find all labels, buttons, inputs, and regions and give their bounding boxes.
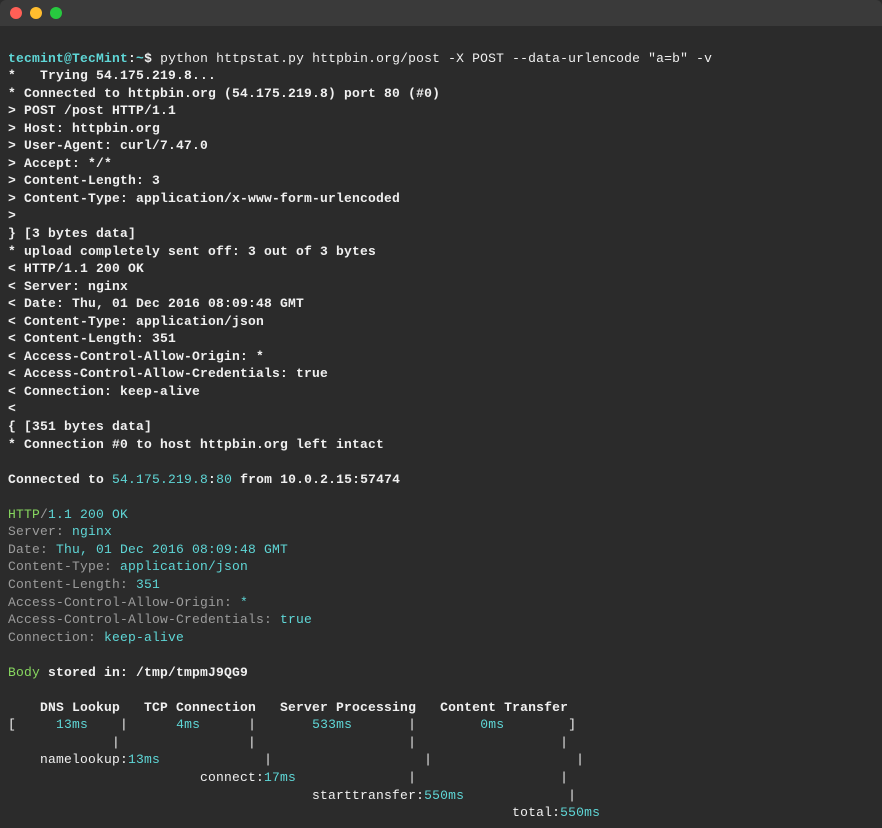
timing-bars: | | | | bbox=[8, 735, 568, 750]
header-key: Connection: bbox=[8, 630, 104, 645]
header-key: Access-Control-Allow-Credentials: bbox=[8, 612, 280, 627]
connect-val: 17ms bbox=[264, 770, 296, 785]
terminal-output[interactable]: tecmint@TecMint:~$ python httpstat.py ht… bbox=[0, 26, 882, 828]
curl-line: > User-Agent: curl/7.47.0 bbox=[8, 138, 208, 153]
curl-line: > Content-Length: 3 bbox=[8, 173, 160, 188]
maximize-icon[interactable] bbox=[50, 7, 62, 19]
dns-time: 13ms bbox=[16, 717, 120, 732]
server-time: 533ms bbox=[312, 717, 352, 732]
curl-line: * Connected to httpbin.org (54.175.219.8… bbox=[8, 86, 440, 101]
pipe: | bbox=[120, 717, 128, 732]
curl-line: < Content-Type: application/json bbox=[8, 314, 264, 329]
pad bbox=[128, 717, 176, 732]
minimize-icon[interactable] bbox=[30, 7, 42, 19]
pad bbox=[200, 717, 248, 732]
pipe: | bbox=[408, 717, 416, 732]
http-slash: / bbox=[40, 507, 48, 522]
curl-line: } [3 bytes data] bbox=[8, 226, 136, 241]
pad bbox=[416, 717, 480, 732]
curl-line: { [351 bytes data] bbox=[8, 419, 152, 434]
connected-from: from 10.0.2.15:57474 bbox=[232, 472, 400, 487]
starttransfer-val: 550ms bbox=[424, 788, 464, 803]
curl-line: < Date: Thu, 01 Dec 2016 08:09:48 GMT bbox=[8, 296, 304, 311]
curl-line: * Connection #0 to host httpbin.org left… bbox=[8, 437, 384, 452]
curl-line: > bbox=[8, 208, 24, 223]
tcp-time: 4ms bbox=[176, 717, 200, 732]
header-val: 351 bbox=[136, 577, 160, 592]
curl-line: * upload completely sent off: 3 out of 3… bbox=[8, 244, 376, 259]
connected-label: Connected to bbox=[8, 472, 112, 487]
header-key: Content-Type: bbox=[8, 559, 120, 574]
header-val: true bbox=[280, 612, 312, 627]
header-val: keep-alive bbox=[104, 630, 184, 645]
starttransfer-label: starttransfer: bbox=[8, 788, 424, 803]
curl-line: < Content-Length: 351 bbox=[8, 331, 176, 346]
prompt-sym: $ bbox=[144, 51, 160, 66]
timing-bars: | | bbox=[296, 770, 568, 785]
curl-line: * Trying 54.175.219.8... bbox=[8, 68, 216, 83]
curl-line: < Connection: keep-alive bbox=[8, 384, 200, 399]
pad bbox=[352, 717, 408, 732]
curl-line: < Access-Control-Allow-Credentials: true bbox=[8, 366, 328, 381]
curl-line: > Host: httpbin.org bbox=[8, 121, 160, 136]
pipe: | bbox=[248, 717, 256, 732]
total-val: 550ms bbox=[560, 805, 600, 820]
body-label: Body bbox=[8, 665, 40, 680]
header-key: Access-Control-Allow-Origin: bbox=[8, 595, 240, 610]
content-time: 0ms bbox=[480, 717, 504, 732]
header-val: * bbox=[240, 595, 248, 610]
command-text: python httpstat.py httpbin.org/post -X P… bbox=[160, 51, 712, 66]
total-label: total: bbox=[8, 805, 560, 820]
connected-colon: : bbox=[208, 472, 216, 487]
timing-bars: | | | bbox=[160, 752, 584, 767]
prompt-path: ~ bbox=[136, 51, 144, 66]
header-key: Server: bbox=[8, 524, 72, 539]
prompt-sep: : bbox=[128, 51, 136, 66]
curl-line: > Content-Type: application/x-www-form-u… bbox=[8, 191, 400, 206]
header-val: application/json bbox=[120, 559, 248, 574]
timing-bracket: ] bbox=[568, 717, 576, 732]
timing-header: DNS Lookup TCP Connection Server Process… bbox=[8, 700, 568, 715]
timing-bracket: [ bbox=[8, 717, 16, 732]
close-icon[interactable] bbox=[10, 7, 22, 19]
connected-ip: 54.175.219.8 bbox=[112, 472, 208, 487]
body-stored: stored in: /tmp/tmpmJ9QG9 bbox=[40, 665, 248, 680]
pad bbox=[504, 717, 568, 732]
connect-label: connect: bbox=[8, 770, 264, 785]
curl-line: > POST /post HTTP/1.1 bbox=[8, 103, 176, 118]
connected-port: 80 bbox=[216, 472, 232, 487]
namelookup-val: 13ms bbox=[128, 752, 160, 767]
pad bbox=[256, 717, 312, 732]
http-label: HTTP bbox=[8, 507, 40, 522]
namelookup-label: namelookup: bbox=[8, 752, 128, 767]
curl-line: < Access-Control-Allow-Origin: * bbox=[8, 349, 264, 364]
window-titlebar bbox=[0, 0, 882, 26]
prompt-user: tecmint@TecMint bbox=[8, 51, 128, 66]
curl-line: > Accept: */* bbox=[8, 156, 112, 171]
timing-bars: | bbox=[464, 788, 576, 803]
header-val: nginx bbox=[72, 524, 112, 539]
header-key: Date: bbox=[8, 542, 56, 557]
curl-line: < HTTP/1.1 200 OK bbox=[8, 261, 144, 276]
http-status: 1.1 200 OK bbox=[48, 507, 128, 522]
curl-line: < bbox=[8, 401, 24, 416]
header-val: Thu, 01 Dec 2016 08:09:48 GMT bbox=[56, 542, 288, 557]
curl-line: < Server: nginx bbox=[8, 279, 128, 294]
header-key: Content-Length: bbox=[8, 577, 136, 592]
